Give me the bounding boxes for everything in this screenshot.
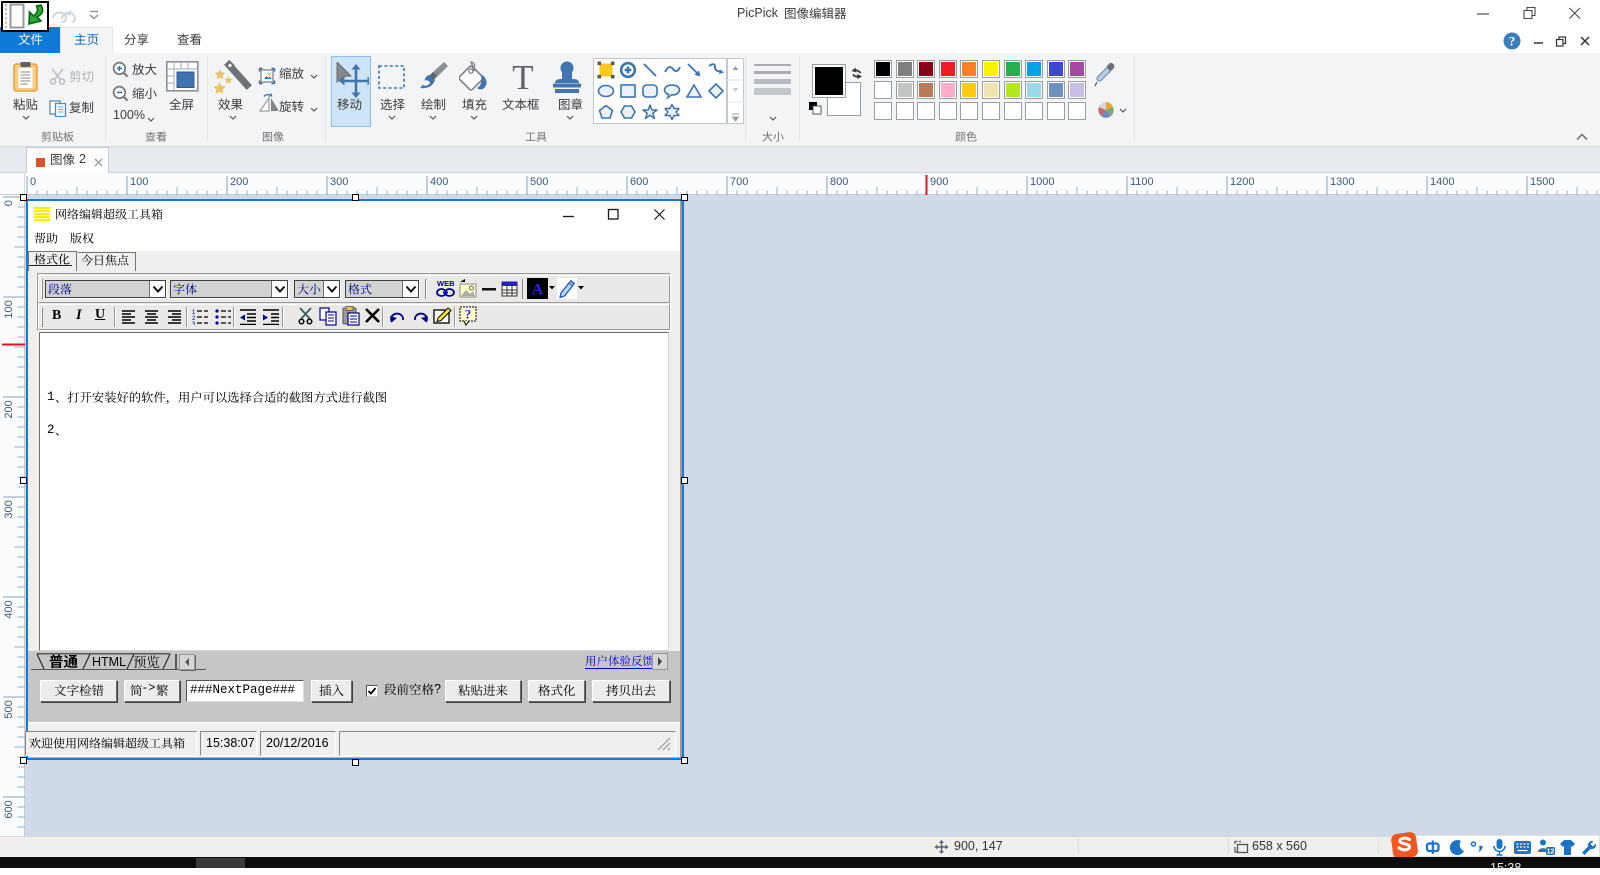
- svg-text:600: 600: [3, 800, 15, 818]
- svg-text:0: 0: [3, 200, 15, 206]
- svg-text:200: 200: [3, 400, 15, 418]
- svg-text:T: T: [512, 59, 533, 96]
- svg-text:300: 300: [3, 500, 15, 518]
- svg-text:WEB: WEB: [437, 279, 455, 288]
- svg-text:12: 12: [1547, 849, 1555, 856]
- svg-text:100: 100: [3, 300, 15, 318]
- svg-text:500: 500: [3, 700, 15, 718]
- svg-text:3: 3: [192, 322, 196, 325]
- svg-text:A: A: [532, 282, 544, 299]
- svg-text:?: ?: [1509, 34, 1516, 49]
- svg-text:400: 400: [3, 600, 15, 618]
- svg-text:?: ?: [465, 307, 472, 322]
